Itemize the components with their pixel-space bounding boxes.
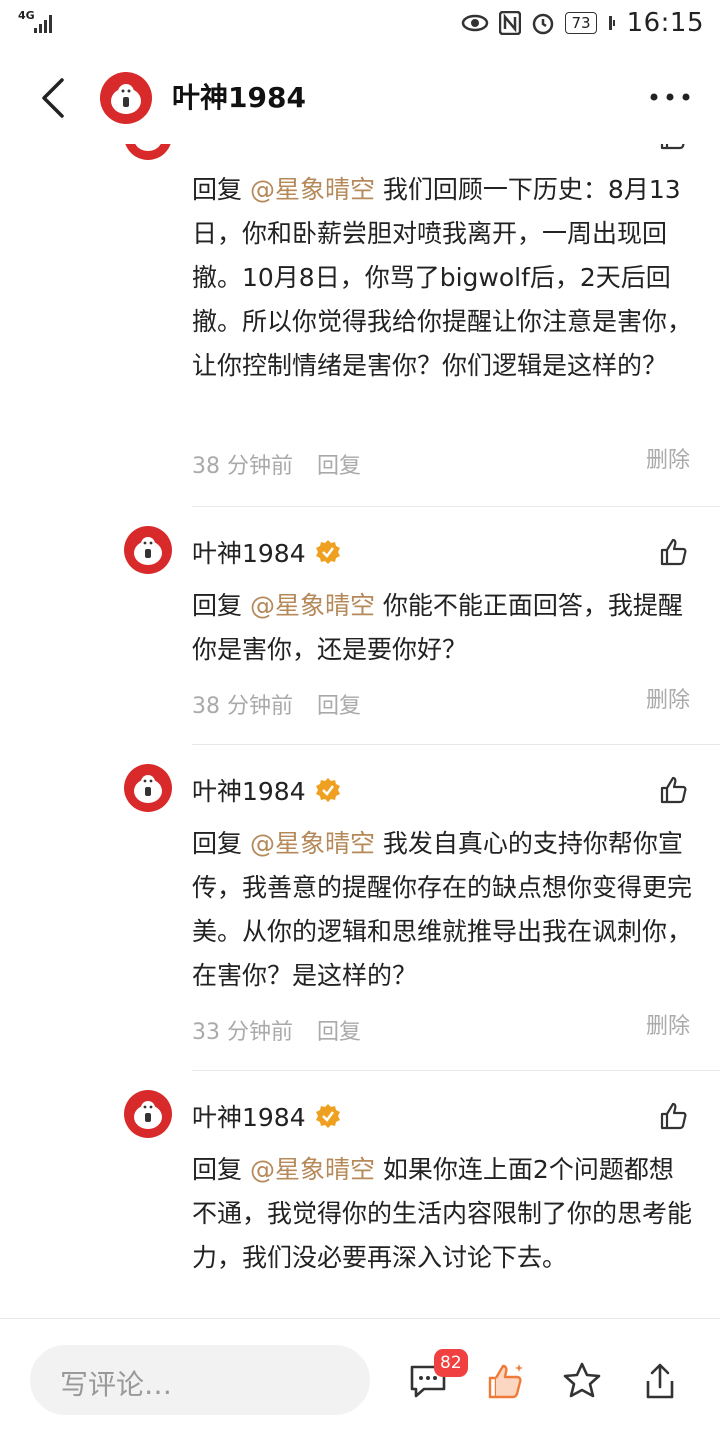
star-icon[interactable] <box>562 1361 602 1401</box>
like-icon[interactable] <box>658 536 690 568</box>
delete-button[interactable]: 删除 <box>646 682 690 714</box>
mention-link[interactable]: @星象晴空 <box>250 175 375 204</box>
verified-icon <box>315 1104 340 1128</box>
avatar[interactable] <box>124 526 172 574</box>
comment-list: 回复 @星象晴空 我们回顾一下历史：8月13日，你和卧薪尝胆对喷我离开，一周出现… <box>0 144 720 1318</box>
like-icon[interactable] <box>658 774 690 806</box>
like-icon[interactable] <box>658 1100 690 1132</box>
comment-input[interactable]: 写评论… <box>30 1345 370 1415</box>
comment-meta: 38 分钟前 回复 <box>192 448 361 480</box>
reply-button[interactable]: 回复 <box>317 454 361 479</box>
network-indicator: 4G <box>18 9 35 22</box>
comment-text: 回复 @星象晴空 如果你连上面2个问题都想不通，我觉得你的生活内容限制了你的思考… <box>192 1155 693 1272</box>
avatar[interactable] <box>124 764 172 812</box>
header: 叶神1984 <box>0 52 720 144</box>
like-filled-icon[interactable] <box>486 1361 526 1401</box>
comment-input-placeholder: 写评论… <box>60 1368 173 1401</box>
comment-text: 回复 @星象晴空 你能不能正面回答，我提醒你是害你，还是要你好？ <box>192 591 683 664</box>
avatar[interactable] <box>124 1090 172 1138</box>
comment-meta: 38 分钟前 回复 <box>192 688 361 720</box>
alarm-icon <box>533 13 554 35</box>
bottom-bar: 写评论… 82 <box>0 1318 720 1441</box>
comment-author[interactable]: 叶神1984 <box>192 772 342 808</box>
comment-meta: 33 分钟前 回复 <box>192 1014 361 1046</box>
battery-level: 73 <box>565 12 597 34</box>
back-icon[interactable] <box>34 74 74 122</box>
mention-link[interactable]: @星象晴空 <box>250 1155 375 1184</box>
page-title: 叶神1984 <box>172 81 306 114</box>
avatar[interactable] <box>124 144 172 160</box>
comment-count-badge: 82 <box>434 1349 468 1377</box>
divider <box>192 1070 720 1071</box>
comment-time: 38 分钟前 <box>192 694 293 719</box>
mention-link[interactable]: @星象晴空 <box>250 591 375 620</box>
reply-button[interactable]: 回复 <box>317 1020 361 1045</box>
eye-icon <box>462 14 489 32</box>
verified-icon <box>315 778 340 802</box>
comment-text: 回复 @星象晴空 我们回顾一下历史：8月13日，你和卧薪尝胆对喷我离开，一周出现… <box>192 175 693 380</box>
mention-link[interactable]: @星象晴空 <box>250 829 375 858</box>
signal-icon <box>34 15 52 33</box>
divider <box>192 744 720 745</box>
verified-icon <box>315 540 340 564</box>
reply-button[interactable]: 回复 <box>317 694 361 719</box>
clock: 16:15 <box>626 8 704 38</box>
divider <box>192 506 720 507</box>
status-bar: 4G 73 16:15 <box>0 0 720 48</box>
share-icon[interactable] <box>640 1361 680 1401</box>
nfc-icon <box>499 11 522 35</box>
avatar[interactable] <box>100 72 152 124</box>
comment-author[interactable]: 叶神1984 <box>192 534 342 570</box>
charging-icon <box>608 16 615 30</box>
delete-button[interactable]: 删除 <box>646 1008 690 1040</box>
comment-author[interactable]: 叶神1984 <box>192 1098 342 1134</box>
delete-button[interactable]: 删除 <box>646 442 690 474</box>
comment-time: 33 分钟前 <box>192 1020 293 1045</box>
comment-text: 回复 @星象晴空 我发自真心的支持你帮你宣传，我善意的提醒你存在的缺点想你变得更… <box>192 829 693 990</box>
like-icon[interactable] <box>658 144 690 152</box>
more-icon[interactable] <box>646 82 694 112</box>
comment-time: 38 分钟前 <box>192 454 293 479</box>
